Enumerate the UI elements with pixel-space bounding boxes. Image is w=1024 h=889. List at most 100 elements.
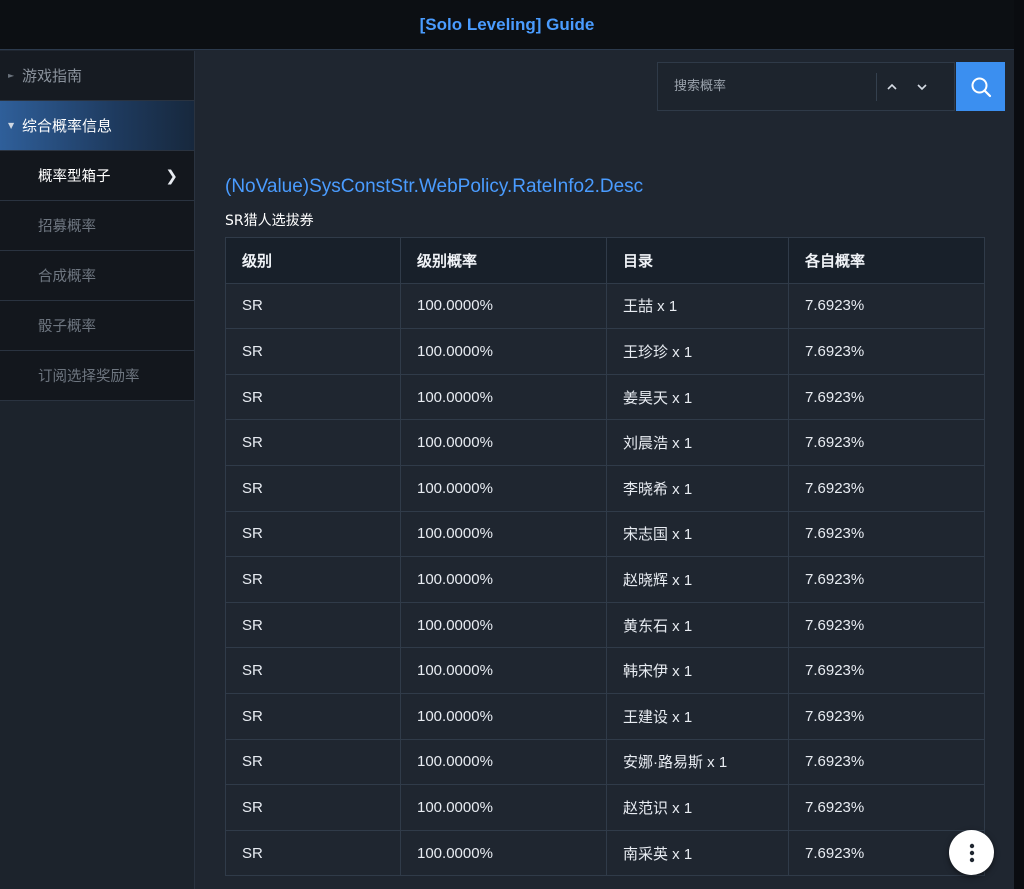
cell-grade: SR bbox=[225, 647, 401, 694]
top-bar: [Solo Leveling] Guide bbox=[0, 0, 1014, 50]
cell-individual-rate: 7.6923% bbox=[788, 510, 985, 558]
column-header-grade: 级别 bbox=[225, 237, 401, 284]
cell-grade: SR bbox=[225, 328, 401, 375]
cell-grade: SR bbox=[225, 556, 401, 603]
table-row: SR 100.0000% 黄东石 x 1 7.6923% bbox=[225, 601, 985, 649]
cell-grade-rate: 100.0000% bbox=[400, 829, 607, 877]
table-row: SR 100.0000% 安娜·路易斯 x 1 7.6923% bbox=[225, 738, 985, 786]
sidebar-item-label: 订阅选择奖励率 bbox=[38, 369, 140, 385]
cell-grade: SR bbox=[225, 419, 401, 466]
scrollbar[interactable] bbox=[1014, 0, 1024, 889]
cell-individual-rate: 7.6923% bbox=[788, 738, 985, 786]
table-row: SR 100.0000% 李晓希 x 1 7.6923% bbox=[225, 464, 985, 512]
cell-grade: SR bbox=[225, 692, 401, 740]
sidebar-group-rate-info[interactable]: ▼ 综合概率信息 bbox=[0, 101, 194, 151]
table-row: SR 100.0000% 韩宋伊 x 1 7.6923% bbox=[225, 647, 985, 694]
table-row: SR 100.0000% 南采英 x 1 7.6923% bbox=[225, 829, 985, 877]
cell-item: 赵范识 x 1 bbox=[606, 784, 789, 831]
cell-grade-rate: 100.0000% bbox=[400, 419, 607, 466]
sidebar-item-label: 概率型箱子 bbox=[38, 169, 111, 185]
cell-grade-rate: 100.0000% bbox=[400, 647, 607, 694]
cell-grade-rate: 100.0000% bbox=[400, 784, 607, 831]
more-options-button[interactable] bbox=[949, 830, 994, 875]
sidebar-item-label: 骰子概率 bbox=[38, 319, 96, 335]
sidebar-item-recruit-rate[interactable]: 招募概率 bbox=[0, 201, 194, 251]
more-vertical-icon bbox=[969, 843, 974, 862]
cell-grade: SR bbox=[225, 510, 401, 558]
table-row: SR 100.0000% 赵晓辉 x 1 7.6923% bbox=[225, 556, 985, 603]
table-row: SR 100.0000% 王喆 x 1 7.6923% bbox=[225, 282, 985, 330]
cell-individual-rate: 7.6923% bbox=[788, 373, 985, 421]
cell-grade-rate: 100.0000% bbox=[400, 692, 607, 740]
sidebar-group-game-guide[interactable]: ► 游戏指南 bbox=[0, 51, 194, 101]
cell-grade: SR bbox=[225, 464, 401, 512]
cell-item: 赵晓辉 x 1 bbox=[606, 556, 789, 603]
table-row: SR 100.0000% 王建设 x 1 7.6923% bbox=[225, 692, 985, 740]
page-title[interactable]: [Solo Leveling] Guide bbox=[420, 15, 595, 35]
cell-individual-rate: 7.6923% bbox=[788, 647, 985, 694]
sidebar-item-probability-box[interactable]: 概率型箱子 ❯ bbox=[0, 151, 194, 201]
rate-description-title: (NoValue)SysConstStr.WebPolicy.RateInfo2… bbox=[225, 176, 644, 197]
cell-grade-rate: 100.0000% bbox=[400, 510, 607, 558]
cell-grade-rate: 100.0000% bbox=[400, 738, 607, 786]
table-row: SR 100.0000% 赵范识 x 1 7.6923% bbox=[225, 784, 985, 831]
cell-item: 刘晨浩 x 1 bbox=[606, 419, 789, 466]
cell-grade-rate: 100.0000% bbox=[400, 601, 607, 649]
cell-item: 王珍珍 x 1 bbox=[606, 328, 789, 375]
chevron-up-icon[interactable] bbox=[877, 63, 907, 110]
sidebar: ► 游戏指南 ▼ 综合概率信息 概率型箱子 ❯ 招募概率 合成概率 骰子概率 订… bbox=[0, 51, 195, 889]
cell-item: 宋志国 x 1 bbox=[606, 510, 789, 558]
search-input[interactable] bbox=[658, 63, 876, 110]
caret-down-icon: ▼ bbox=[8, 121, 15, 130]
cell-individual-rate: 7.6923% bbox=[788, 282, 985, 330]
cell-individual-rate: 7.6923% bbox=[788, 601, 985, 649]
sidebar-item-subscription-reward-rate[interactable]: 订阅选择奖励率 bbox=[0, 351, 194, 401]
cell-individual-rate: 7.6923% bbox=[788, 692, 985, 740]
box-name: SR猎人选拔券 bbox=[225, 213, 314, 229]
table-row: SR 100.0000% 刘晨浩 x 1 7.6923% bbox=[225, 419, 985, 466]
cell-grade: SR bbox=[225, 373, 401, 421]
sidebar-item-label: 合成概率 bbox=[38, 269, 96, 285]
table-row: SR 100.0000% 宋志国 x 1 7.6923% bbox=[225, 510, 985, 558]
column-header-item: 目录 bbox=[606, 237, 789, 284]
search-icon bbox=[971, 77, 991, 97]
sidebar-group-label: 综合概率信息 bbox=[22, 117, 113, 135]
cell-grade-rate: 100.0000% bbox=[400, 328, 607, 375]
sidebar-item-dice-rate[interactable]: 骰子概率 bbox=[0, 301, 194, 351]
cell-grade: SR bbox=[225, 829, 401, 877]
column-header-individual-rate: 各自概率 bbox=[788, 237, 985, 284]
cell-item: 韩宋伊 x 1 bbox=[606, 647, 789, 694]
chevron-down-icon[interactable] bbox=[907, 63, 937, 110]
caret-right-icon: ► bbox=[8, 71, 15, 80]
chevron-right-icon: ❯ bbox=[165, 166, 178, 185]
search-button[interactable] bbox=[956, 62, 1005, 111]
cell-grade: SR bbox=[225, 601, 401, 649]
cell-individual-rate: 7.6923% bbox=[788, 556, 985, 603]
cell-grade-rate: 100.0000% bbox=[400, 373, 607, 421]
rate-table: 级别 级别概率 目录 各自概率 SR 100.0000% 王喆 x 1 7.6923%… bbox=[225, 237, 985, 877]
rate-table-body: SR 100.0000% 王喆 x 1 7.6923% SR 100.0000% 王珍珍 x… bbox=[225, 282, 985, 877]
cell-item: 安娜·路易斯 x 1 bbox=[606, 738, 789, 786]
cell-grade-rate: 100.0000% bbox=[400, 556, 607, 603]
cell-grade-rate: 100.0000% bbox=[400, 464, 607, 512]
cell-individual-rate: 7.6923% bbox=[788, 419, 985, 466]
sidebar-item-synthesis-rate[interactable]: 合成概率 bbox=[0, 251, 194, 301]
cell-grade-rate: 100.0000% bbox=[400, 282, 607, 330]
sidebar-group-label: 游戏指南 bbox=[22, 67, 83, 85]
search-box bbox=[657, 62, 955, 111]
cell-item: 姜昊天 x 1 bbox=[606, 373, 789, 421]
cell-grade: SR bbox=[225, 738, 401, 786]
cell-grade: SR bbox=[225, 784, 401, 831]
table-row: SR 100.0000% 王珍珍 x 1 7.6923% bbox=[225, 328, 985, 375]
cell-individual-rate: 7.6923% bbox=[788, 784, 985, 831]
cell-grade: SR bbox=[225, 282, 401, 330]
column-header-grade-rate: 级别概率 bbox=[400, 237, 607, 284]
cell-individual-rate: 7.6923% bbox=[788, 464, 985, 512]
cell-individual-rate: 7.6923% bbox=[788, 328, 985, 375]
table-row: SR 100.0000% 姜昊天 x 1 7.6923% bbox=[225, 373, 985, 421]
cell-item: 南采英 x 1 bbox=[606, 829, 789, 877]
cell-item: 黄东石 x 1 bbox=[606, 601, 789, 649]
sidebar-item-label: 招募概率 bbox=[38, 219, 96, 235]
table-header-row: 级别 级别概率 目录 各自概率 bbox=[225, 237, 985, 284]
cell-item: 李晓希 x 1 bbox=[606, 464, 789, 512]
